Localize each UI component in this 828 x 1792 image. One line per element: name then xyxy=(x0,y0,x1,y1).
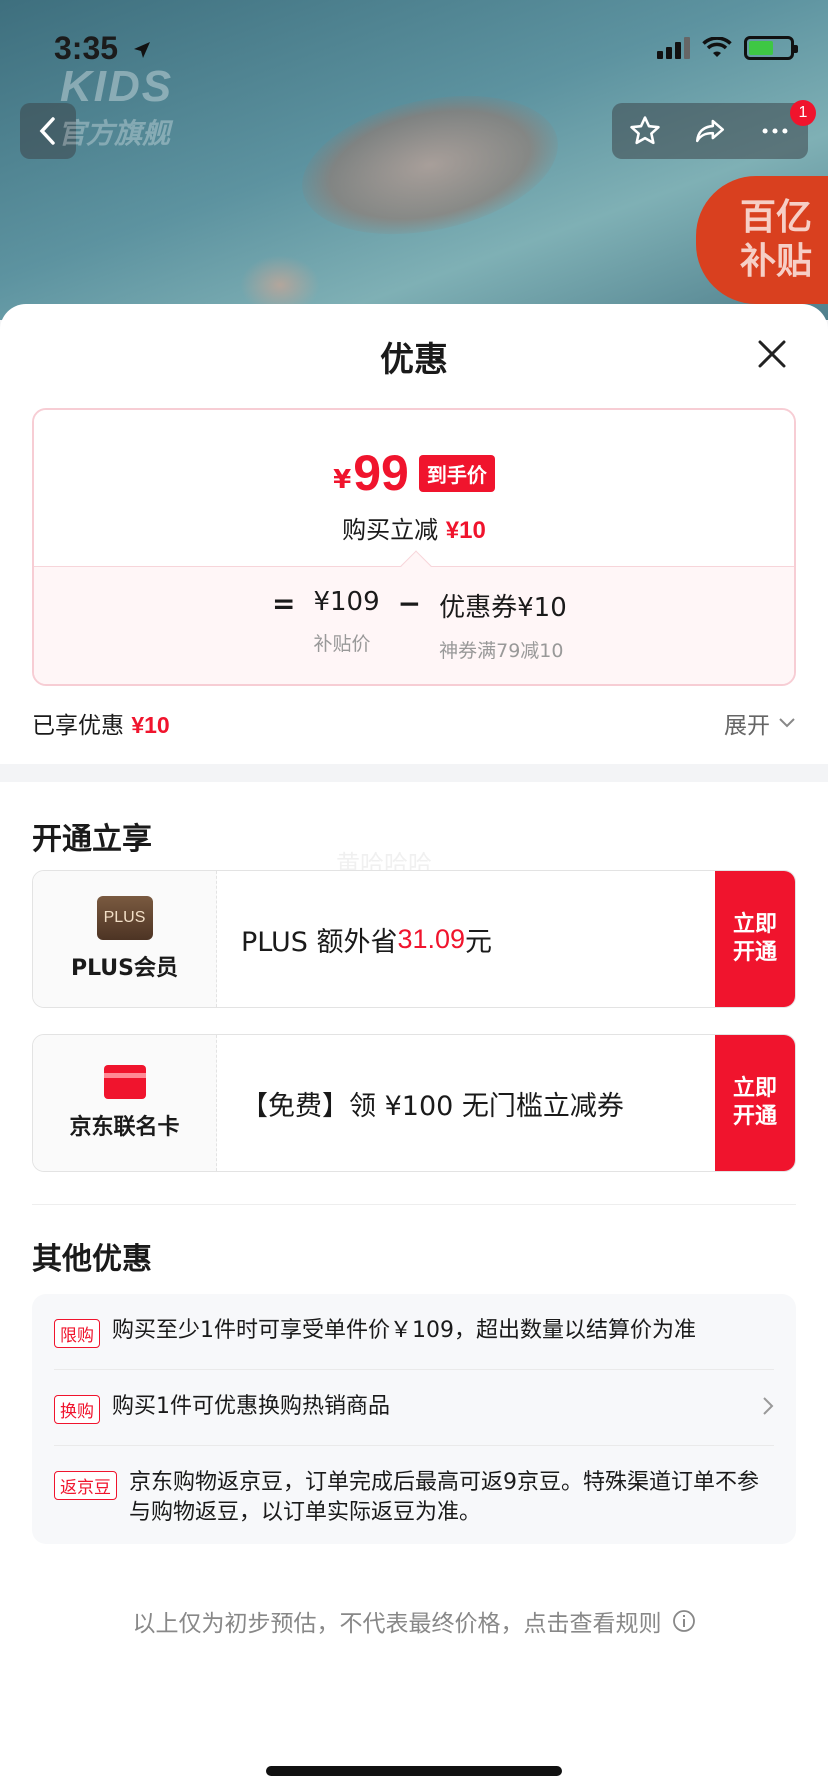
product-shoe-image xyxy=(289,74,571,256)
jd-card-open-button-line1: 立即 xyxy=(732,1076,777,1101)
section-divider xyxy=(0,764,828,782)
plus-desc-text: PLUS 额外省 xyxy=(241,926,398,958)
more-icon[interactable] xyxy=(758,114,792,148)
purchase-limit-tag: 限购 xyxy=(54,1319,100,1348)
purchase-limit-text: 购买至少1件时可享受单件价￥109，超出数量以结算价为准 xyxy=(112,1318,696,1343)
list-item-jd-beans: 返京豆 京东购物返京豆，订单完成后最高可返9京豆。特殊渠道订单不参与购物返豆，以… xyxy=(54,1446,774,1528)
enjoyed-discount: 已享优惠 ¥10 xyxy=(32,706,170,740)
sheet-title: 优惠 xyxy=(380,340,448,380)
plus-member-label: PLUS会员 xyxy=(70,956,179,981)
plus-member-description: PLUS 额外省 31.09 元 xyxy=(217,871,715,1007)
equals-sign: = xyxy=(272,587,296,620)
jd-card-open-button-line2: 开通 xyxy=(732,1104,777,1129)
exchange-purchase-tag: 换购 xyxy=(54,1395,100,1424)
location-arrow-icon xyxy=(134,42,150,58)
store-name-text: 官方旗舰 xyxy=(58,117,171,150)
plus-open-button[interactable]: 立即 开通 xyxy=(715,871,795,1007)
exchange-purchase-text: 购买1件可优惠换购热销商品 xyxy=(112,1394,390,1419)
list-item-purchase-limit: 限购 购买至少1件时可享受单件价￥109，超出数量以结算价为准 xyxy=(54,1294,774,1370)
chevron-left-icon xyxy=(39,117,55,145)
plus-open-button-line2: 开通 xyxy=(732,940,777,965)
footer-note-text: 以上仅为初步预估，不代表最终价格，点击查看规则 xyxy=(132,1611,662,1637)
divider-line xyxy=(32,1204,796,1205)
final-price-section: ¥ 99 到手价 购买立减 ¥10 xyxy=(34,410,794,566)
instant-cut-value: ¥10 xyxy=(445,517,486,544)
other-discounts-panel: 限购 购买至少1件时可享受单件价￥109，超出数量以结算价为准 换购 购买1件可… xyxy=(32,1294,796,1544)
subsidy-badge: 百亿 补贴 xyxy=(696,176,828,304)
base-price-col: ¥109 补贴价 xyxy=(313,587,379,656)
subsidy-badge-line1: 百亿 xyxy=(739,197,812,238)
price-breakdown-card: ¥ 99 到手价 购买立减 ¥10 = ¥109 补贴价 − 优惠券¥10 神券 xyxy=(32,408,796,686)
expand-label: 展开 xyxy=(724,713,770,739)
minus-sign: − xyxy=(397,587,422,620)
price-calculation-section: = ¥109 补贴价 − 优惠券¥10 神券满79减10 xyxy=(34,550,794,684)
enjoyed-discount-value: ¥10 xyxy=(131,712,170,738)
currency-symbol: ¥ xyxy=(333,465,352,495)
coupon-col: 优惠券¥10 神券满79减10 xyxy=(439,587,567,663)
enjoyed-discount-label: 已享优惠 xyxy=(32,713,124,739)
plus-open-button-line1: 立即 xyxy=(732,912,777,937)
coupon-label: 神券满79减10 xyxy=(439,640,564,662)
battery-icon xyxy=(744,36,798,60)
jd-card-desc-text: 【免费】领 ¥100 无门槛立减券 xyxy=(241,1090,624,1122)
status-indicators xyxy=(657,36,798,60)
jd-beans-tag: 返京豆 xyxy=(54,1471,117,1500)
chevron-right-icon xyxy=(763,1397,774,1415)
status-time: 3:35 xyxy=(54,30,119,66)
instant-cut-line: 购买立减 ¥10 xyxy=(34,510,794,545)
nav-action-group xyxy=(612,103,808,159)
coupon-amount: 优惠券¥10 xyxy=(439,593,567,623)
instant-cut-label: 购买立减 xyxy=(342,516,439,544)
expand-button[interactable]: 展开 xyxy=(724,706,796,740)
final-price-row: ¥ 99 到手价 xyxy=(34,444,794,502)
plus-member-badge: PLUS PLUS会员 xyxy=(33,871,217,1007)
price-formula: = ¥109 补贴价 − 优惠券¥10 神券满79减10 xyxy=(272,587,567,663)
jd-cobrand-card-label: 京东联名卡 xyxy=(69,1115,180,1140)
rules-link[interactable]: 以上仅为初步预估，不代表最终价格，点击查看规则 xyxy=(0,1604,828,1638)
jd-cobrand-card-description: 【免费】领 ¥100 无门槛立减券 xyxy=(217,1035,715,1171)
signal-icon xyxy=(657,37,690,59)
close-icon[interactable] xyxy=(752,334,792,374)
discount-sheet: 优惠 ¥ 99 到手价 购买立减 ¥10 = ¥109 补贴价 − 优惠券¥10… xyxy=(0,304,828,1792)
list-item-exchange-purchase[interactable]: 换购 购买1件可优惠换购热销商品 xyxy=(54,1370,774,1446)
star-icon[interactable] xyxy=(628,114,662,148)
notification-badge: 1 xyxy=(790,100,816,126)
chevron-down-icon xyxy=(779,718,795,728)
plus-logo-icon: PLUS xyxy=(96,896,153,940)
product-image-background: KIDS 3:35 官方旗舰 1 百亿 补贴 xyxy=(0,0,828,320)
final-price-tag: 到手价 xyxy=(418,454,495,492)
info-icon xyxy=(672,1610,695,1632)
subsidy-badge-line2: 补贴 xyxy=(739,241,812,282)
jd-beans-text: 京东购物返京豆，订单完成后最高可返9京豆。特殊渠道订单不参与购物返豆，以订单实际… xyxy=(129,1470,759,1525)
other-section-title: 其他优惠 xyxy=(32,1242,152,1277)
plus-member-offer-card: PLUS PLUS会员 PLUS 额外省 31.09 元 立即 开通 xyxy=(32,870,796,1008)
home-indicator[interactable] xyxy=(266,1766,562,1776)
credit-card-icon xyxy=(103,1065,146,1099)
share-icon[interactable] xyxy=(693,114,727,148)
base-price: ¥109 xyxy=(313,587,380,617)
plus-savings-amount: 31.09 xyxy=(397,923,466,954)
jd-cobrand-card-badge: 京东联名卡 xyxy=(33,1035,217,1171)
wifi-icon xyxy=(702,37,732,57)
base-price-label: 补贴价 xyxy=(313,633,371,655)
plus-desc-unit: 元 xyxy=(465,926,493,958)
jd-card-open-button[interactable]: 立即 开通 xyxy=(715,1035,795,1171)
status-bar: 3:35 xyxy=(0,0,828,90)
jd-cobrand-card-offer: 京东联名卡 【免费】领 ¥100 无门槛立减券 立即 开通 xyxy=(32,1034,796,1172)
open-section-title: 开通立享 xyxy=(32,822,152,857)
final-price: 99 xyxy=(353,445,409,501)
